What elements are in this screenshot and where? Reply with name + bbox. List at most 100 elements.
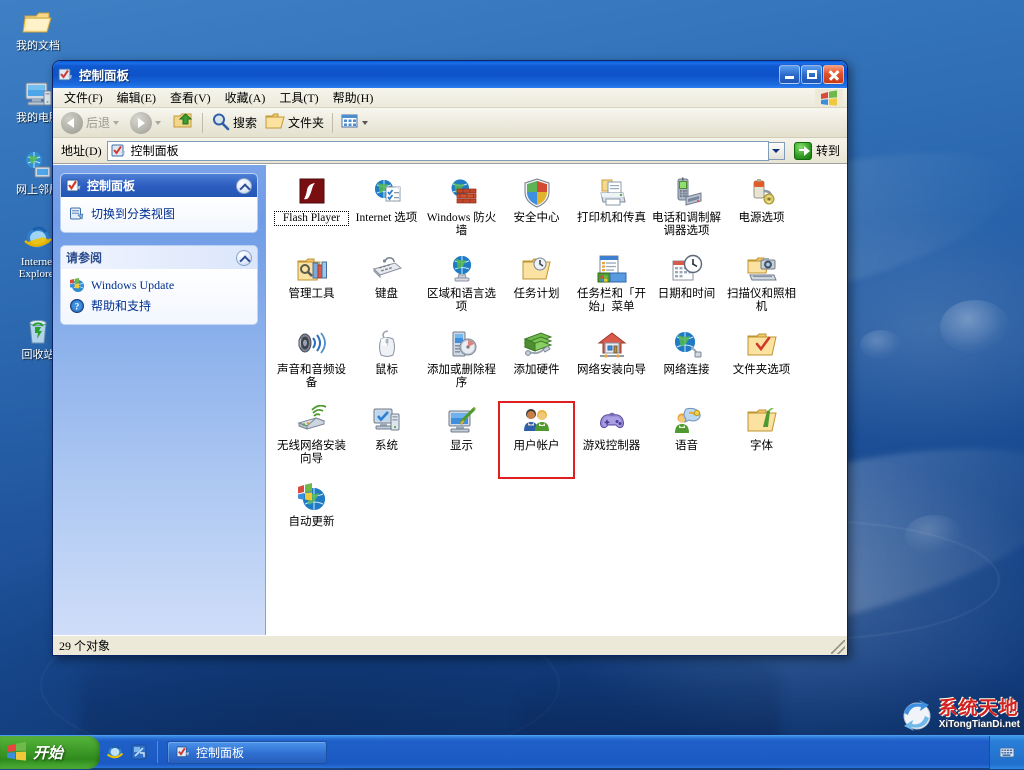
cp-item-admin-tools[interactable]: 管理工具 <box>274 250 349 326</box>
back-dropdown-icon[interactable] <box>113 120 120 125</box>
search-button[interactable]: 搜索 <box>207 111 261 135</box>
watermark-en-text: XiTongTianDi.net <box>938 718 1020 730</box>
chevron-up-icon[interactable] <box>236 249 252 266</box>
folders-icon <box>265 112 285 133</box>
address-bar: 地址(D) 控制面板 转到 <box>53 138 847 164</box>
panel-title: 控制面板 <box>87 179 136 193</box>
cp-item-game-controllers[interactable]: 游戏控制器 <box>574 402 649 478</box>
cp-item-label: Flash Player <box>274 211 349 226</box>
up-folder-icon <box>172 111 194 134</box>
folders-label: 文件夹 <box>288 116 325 130</box>
wallpaper-ripple <box>860 330 902 360</box>
menu-item-favorites[interactable]: 收藏(A) <box>218 87 273 108</box>
back-arrow-icon <box>61 111 83 134</box>
cp-item-label: 无线网络安装向导 <box>277 440 346 465</box>
cp-item-security-center[interactable]: 安全中心 <box>499 174 574 250</box>
menu-item-tools[interactable]: 工具(T) <box>272 87 325 108</box>
forward-dropdown-icon[interactable] <box>155 120 162 125</box>
address-input[interactable]: 控制面板 <box>106 140 769 161</box>
cp-item-printers-faxes[interactable]: 打印机和传真 <box>574 174 649 250</box>
cp-item-windows-firewall[interactable]: Windows 防火墙 <box>424 174 499 250</box>
cp-item-phone-modem[interactable]: 电话和调制解调器选项 <box>649 174 724 250</box>
cp-item-internet-options[interactable]: Internet 选项 <box>349 174 424 250</box>
maximize-button[interactable] <box>801 65 822 84</box>
network-connections-icon <box>671 329 703 361</box>
folder-options-icon <box>746 329 778 361</box>
views-button[interactable] <box>337 111 375 135</box>
fonts-icon <box>746 405 778 437</box>
views-dropdown-icon[interactable] <box>362 120 369 125</box>
views-icon <box>341 113 359 132</box>
cp-item-sounds-audio[interactable]: 声音和音频设备 <box>274 326 349 402</box>
panel-header[interactable]: 请参阅 <box>61 246 257 269</box>
control-panel-window: 控制面板 文件(F) 编辑(E) 查看(V) 收藏(A) 工具(T) 帮助(H) <box>52 60 848 656</box>
keyboard-tray-icon[interactable] <box>999 744 1015 760</box>
cp-item-keyboard[interactable]: 键盘 <box>349 250 424 326</box>
cp-item-date-time[interactable]: 日期和时间 <box>649 250 724 326</box>
cp-item-automatic-updates[interactable]: 自动更新 <box>274 478 349 554</box>
power-options-icon <box>746 177 778 209</box>
flash-player-icon <box>296 177 328 209</box>
panel-body: 切换到分类视图 <box>61 197 257 232</box>
start-button[interactable]: 开始 <box>0 735 100 769</box>
cp-item-wireless-network-wizard[interactable]: 无线网络安装向导 <box>274 402 349 478</box>
toolbar-separator <box>202 112 204 133</box>
minimize-button[interactable] <box>779 65 800 84</box>
internet-explorer-icon <box>22 222 54 254</box>
address-dropdown-button[interactable] <box>768 141 785 160</box>
sidebar-link-help-support[interactable]: ? 帮助和支持 <box>67 295 251 316</box>
search-label: 搜索 <box>233 116 258 130</box>
cp-item-add-remove-programs[interactable]: 添加或删除程序 <box>424 326 499 402</box>
phone-modem-icon <box>671 177 703 209</box>
resize-grip[interactable] <box>831 640 845 654</box>
cp-item-scheduled-tasks[interactable]: 任务计划 <box>499 250 574 326</box>
forward-button[interactable] <box>126 111 168 135</box>
panel-header[interactable]: 控制面板 <box>61 174 257 197</box>
go-button[interactable]: 转到 <box>791 141 843 161</box>
cp-item-display[interactable]: 显示 <box>424 402 499 478</box>
cp-item-fonts[interactable]: 字体 <box>724 402 799 478</box>
back-button[interactable]: 后退 <box>57 111 126 135</box>
cp-item-label: 打印机和传真 <box>577 212 646 224</box>
cp-item-mouse[interactable]: 鼠标 <box>349 326 424 402</box>
show-desktop-icon[interactable] <box>130 743 148 761</box>
folders-button[interactable]: 文件夹 <box>261 111 328 135</box>
window-titlebar[interactable]: 控制面板 <box>53 61 847 88</box>
cp-item-folder-options[interactable]: 文件夹选项 <box>724 326 799 402</box>
cp-item-network-connections[interactable]: 网络连接 <box>649 326 724 402</box>
internet-explorer-icon[interactable] <box>106 743 124 761</box>
sidebar-link-windows-update[interactable]: Windows Update <box>67 275 251 295</box>
sidebar-link-label: 切换到分类视图 <box>91 207 176 221</box>
up-button[interactable] <box>168 111 198 135</box>
cp-item-label: 任务计划 <box>513 288 560 300</box>
desktop-icon-my-documents[interactable]: 我的文档 <box>6 6 70 52</box>
menu-item-file[interactable]: 文件(F) <box>57 87 110 108</box>
cp-item-regional-language[interactable]: 区域和语言选项 <box>424 250 499 326</box>
menu-item-view[interactable]: 查看(V) <box>163 87 218 108</box>
cp-item-taskbar-start-menu[interactable]: 任务栏和「开始」菜单 <box>574 250 649 326</box>
address-value: 控制面板 <box>130 144 179 158</box>
cp-item-network-setup-wizard[interactable]: 网络安装向导 <box>574 326 649 402</box>
cp-item-user-accounts[interactable]: 用户帐户 <box>498 401 575 479</box>
cp-item-label: 添加硬件 <box>513 364 560 376</box>
internet-options-icon <box>371 177 403 209</box>
system-tray <box>989 735 1024 769</box>
menu-item-edit[interactable]: 编辑(E) <box>110 87 163 108</box>
address-label: 地址(D) <box>61 144 102 158</box>
toolbar: 后退 搜索 文件夹 <box>53 108 847 138</box>
cp-item-power-options[interactable]: 电源选项 <box>724 174 799 250</box>
cp-item-label: 游戏控制器 <box>582 440 641 452</box>
sidebar-link-switch-category-view[interactable]: 切换到分类视图 <box>67 203 251 224</box>
cp-item-speech[interactable]: 语音 <box>649 402 724 478</box>
scanners-cameras-icon <box>746 253 778 285</box>
close-button[interactable] <box>823 65 844 84</box>
cp-item-flash-player[interactable]: Flash Player <box>274 174 349 250</box>
chevron-up-icon[interactable] <box>236 177 252 194</box>
cp-item-scanners-cameras[interactable]: 扫描仪和照相机 <box>724 250 799 326</box>
cp-item-add-hardware[interactable]: 添加硬件 <box>499 326 574 402</box>
cp-item-system[interactable]: 系统 <box>349 402 424 478</box>
cp-item-label: 网络安装向导 <box>577 364 646 376</box>
taskbar-item-control-panel[interactable]: 控制面板 <box>167 740 327 764</box>
menu-item-help[interactable]: 帮助(H) <box>326 87 381 108</box>
help-support-icon: ? <box>69 298 85 314</box>
